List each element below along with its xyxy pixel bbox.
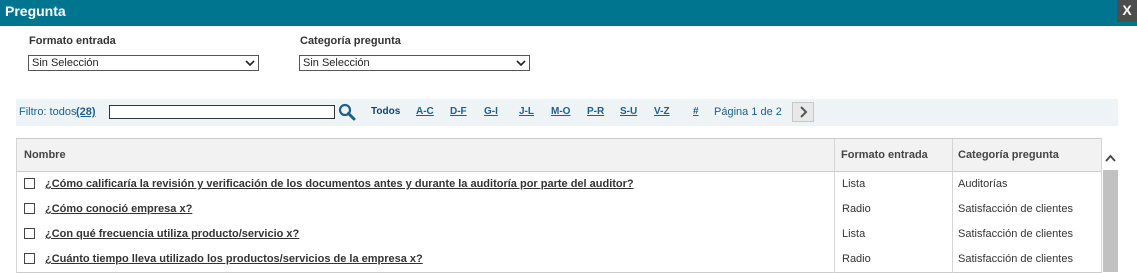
formato-entrada-select[interactable]: Sin Selección (28, 55, 259, 71)
search-input[interactable] (109, 105, 335, 119)
row-categoria: Satisfacción de clientes (958, 228, 1073, 240)
row-categoria: Auditorías (958, 178, 1008, 190)
row-formato: Radio (842, 203, 871, 215)
letter-filter-todos[interactable]: Todos (371, 106, 400, 117)
row-categoria: Satisfacción de clientes (958, 253, 1073, 265)
table-row[interactable]: ¿Cómo calificaría la revisión y verifica… (16, 172, 1102, 198)
formato-entrada-label: Formato entrada (29, 35, 116, 47)
letter-filter-j-l[interactable]: J-L (519, 106, 534, 117)
chevron-up-icon[interactable] (1104, 152, 1117, 165)
dialog-title: Pregunta (5, 3, 66, 19)
close-button[interactable]: X (1117, 0, 1137, 22)
row-formato: Radio (842, 253, 871, 265)
row-checkbox[interactable] (24, 178, 35, 189)
letter-filter-hash[interactable]: # (693, 106, 699, 117)
column-header-nombre[interactable]: Nombre (24, 149, 66, 161)
question-link[interactable]: ¿Con qué frecuencia utiliza producto/ser… (45, 228, 299, 240)
column-divider (952, 139, 953, 273)
table-row[interactable]: ¿Con qué frecuencia utiliza producto/ser… (16, 222, 1102, 248)
filter-bar: Filtro: todos (28) Todos A-C D-F G-I J-L… (16, 99, 1118, 126)
table-row[interactable]: ¿Cómo conoció empresa x? Radio Satisfacc… (16, 197, 1102, 223)
question-link[interactable]: ¿Cuánto tiempo lleva utilizado los produ… (45, 253, 423, 265)
chevron-right-icon (800, 106, 808, 118)
categoria-pregunta-label: Categoría pregunta (300, 35, 401, 47)
row-formato: Lista (842, 178, 866, 190)
formato-entrada-value: Sin Selección (32, 57, 99, 69)
search-icon[interactable] (338, 103, 356, 121)
dialog-titlebar: Pregunta X (0, 0, 1137, 26)
column-divider (16, 139, 17, 273)
table-header: Nombre Formato entrada Categoría pregunt… (16, 139, 1102, 172)
letter-filter-g-i[interactable]: G-I (484, 106, 498, 117)
next-page-button[interactable] (792, 102, 814, 122)
categoria-pregunta-select[interactable]: Sin Selección (299, 55, 530, 71)
letter-filter-m-o[interactable]: M-O (551, 106, 570, 117)
filtro-count-link[interactable]: (28) (76, 106, 96, 118)
letter-filter-v-z[interactable]: V-Z (654, 106, 670, 117)
table-row[interactable]: ¿Cuánto tiempo lleva utilizado los produ… (16, 247, 1102, 273)
row-checkbox[interactable] (24, 203, 35, 214)
row-formato: Lista (842, 228, 866, 240)
question-link[interactable]: ¿Cómo calificaría la revisión y verifica… (45, 178, 634, 190)
questions-table: Nombre Formato entrada Categoría pregunt… (16, 138, 1102, 273)
scrollbar-thumb[interactable] (1103, 170, 1118, 272)
letter-filter-a-c[interactable]: A-C (416, 106, 434, 117)
vertical-scrollbar[interactable] (1102, 146, 1119, 272)
chevron-down-icon (516, 60, 526, 67)
column-header-formato-entrada[interactable]: Formato entrada (841, 149, 928, 161)
chevron-down-icon (245, 60, 255, 67)
row-checkbox[interactable] (24, 253, 35, 264)
row-categoria: Satisfacción de clientes (958, 203, 1073, 215)
row-checkbox[interactable] (24, 228, 35, 239)
filtro-label: Filtro: todos (19, 106, 77, 118)
question-link[interactable]: ¿Cómo conoció empresa x? (45, 203, 192, 215)
letter-filter-d-f[interactable]: D-F (450, 106, 467, 117)
letter-filter-s-u[interactable]: S-U (620, 106, 637, 117)
page-info: Página 1 de 2 (714, 106, 782, 118)
letter-filter-p-r[interactable]: P-R (587, 106, 604, 117)
column-header-categoria-pregunta[interactable]: Categoría pregunta (958, 149, 1059, 161)
categoria-pregunta-value: Sin Selección (303, 57, 370, 69)
column-divider (834, 139, 835, 273)
